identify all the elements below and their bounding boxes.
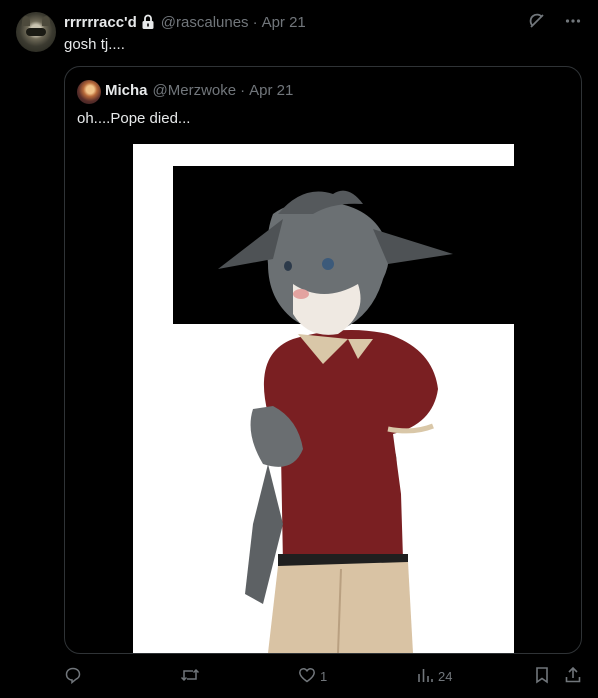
share-button[interactable] — [564, 666, 582, 687]
views-icon — [416, 666, 434, 687]
character-drawing — [133, 144, 514, 653]
views-button[interactable]: 24 — [416, 666, 452, 687]
like-icon — [298, 666, 316, 687]
quoted-tweet[interactable]: Micha @Merzwoke · Apr 21 oh....Pope died… — [64, 66, 582, 654]
separator-dot: · — [240, 82, 246, 99]
author-avatar[interactable] — [16, 12, 56, 52]
quoted-display-name[interactable]: Micha — [105, 82, 148, 99]
bookmark-icon — [534, 666, 550, 687]
tweet-text: gosh tj.... — [64, 36, 125, 53]
tweet-header-actions — [528, 12, 582, 35]
tweet-action-bar: 1 24 — [64, 664, 584, 688]
reply-button[interactable] — [64, 666, 86, 687]
quoted-image[interactable] — [133, 144, 514, 653]
bookmark-button[interactable] — [534, 666, 550, 687]
avatar-ear — [22, 16, 30, 26]
quoted-handle[interactable]: @Merzwoke — [153, 82, 237, 99]
quoted-date[interactable]: Apr 21 — [249, 82, 293, 99]
repost-icon — [180, 666, 200, 687]
reply-icon — [64, 666, 82, 687]
like-button[interactable]: 1 — [298, 666, 327, 687]
tweet-header: rrrrrracc'd @rascalunes · Apr 21 — [64, 12, 582, 32]
separator-dot: · — [252, 13, 258, 31]
author-handle[interactable]: @rascalunes — [161, 14, 249, 31]
grok-icon[interactable] — [528, 12, 546, 35]
quoted-tweet-header: Micha @Merzwoke · Apr 21 — [105, 82, 293, 99]
avatar-mask — [26, 28, 46, 36]
quoted-author-avatar[interactable] — [77, 80, 101, 104]
views-count: 24 — [438, 668, 453, 684]
quoted-text: oh....Pope died... — [77, 110, 191, 127]
tweet-date[interactable]: Apr 21 — [262, 14, 306, 31]
lock-icon — [141, 14, 155, 30]
more-icon[interactable] — [564, 12, 582, 35]
share-icon — [564, 666, 582, 687]
author-display-name[interactable]: rrrrrracc'd — [64, 14, 137, 31]
repost-button[interactable] — [180, 666, 204, 687]
like-count: 1 — [320, 668, 328, 684]
avatar-ear — [42, 16, 50, 26]
